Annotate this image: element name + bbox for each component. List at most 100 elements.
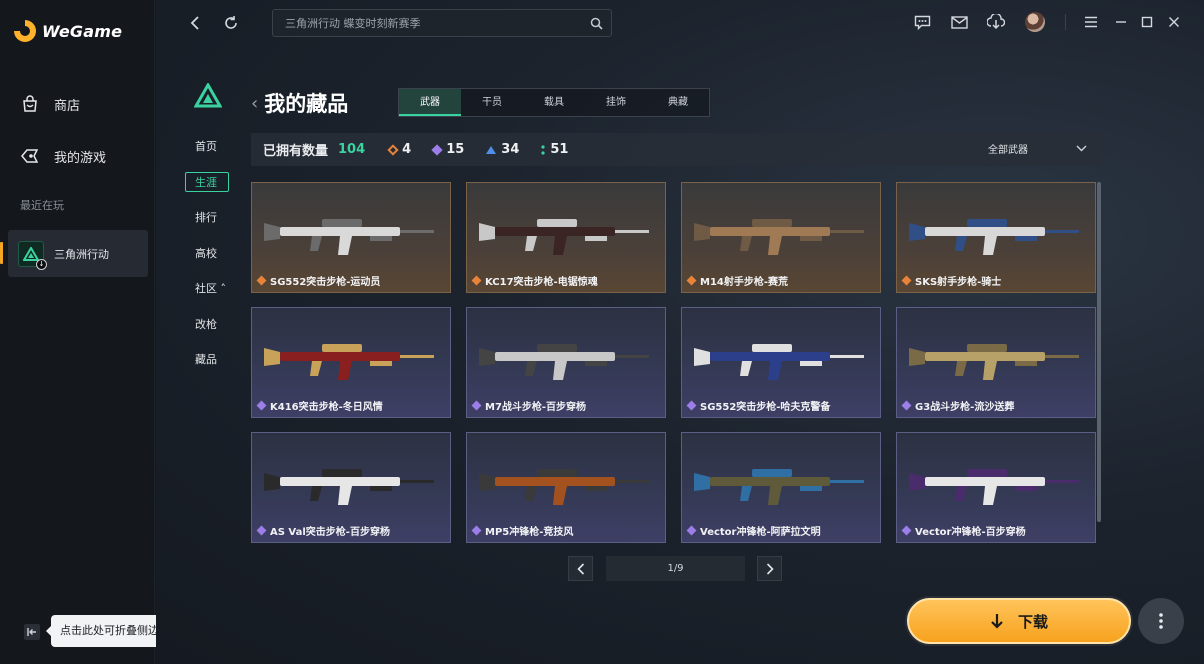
sidebar-item-shop[interactable]: 商店 bbox=[20, 94, 80, 114]
page-title: 我的藏品 bbox=[264, 92, 349, 116]
tab-collectibles[interactable]: 典藏 bbox=[647, 89, 709, 116]
grid-scrollbar[interactable] bbox=[1097, 182, 1101, 522]
game-nav-collection[interactable]: 藏品 bbox=[186, 350, 226, 370]
gold-rarity-icon bbox=[901, 275, 912, 286]
collection-item-card[interactable]: SKS射手步枪-骑士 bbox=[896, 182, 1096, 293]
topbar-divider bbox=[1065, 14, 1066, 30]
menu-button[interactable] bbox=[1081, 12, 1101, 32]
chevron-down-icon bbox=[1076, 145, 1087, 152]
sidebar-item-label: 商店 bbox=[54, 98, 81, 114]
collection-item-card[interactable]: KC17突击步枪-电锯惊魂 bbox=[466, 182, 666, 293]
rarity-count-gold: 4 bbox=[387, 142, 412, 157]
item-name: M7战斗步枪-百步穿杨 bbox=[485, 402, 587, 413]
page-header: ‹ 我的藏品 bbox=[251, 88, 348, 118]
green-rarity-icon bbox=[541, 144, 545, 155]
game-nav-career[interactable]: 生涯 bbox=[185, 172, 229, 192]
item-name: SG552突击步枪-哈夫克警备 bbox=[700, 402, 831, 413]
collapse-sidebar-button[interactable] bbox=[24, 624, 40, 640]
collection-item-card[interactable]: SG552突击步枪-运动员 bbox=[251, 182, 451, 293]
hamburger-menu-icon bbox=[1085, 16, 1097, 28]
chat-bubble-icon bbox=[914, 15, 930, 30]
downloads-button[interactable] bbox=[986, 12, 1006, 32]
gamepad-icon bbox=[20, 146, 40, 166]
back-button[interactable] bbox=[184, 12, 206, 34]
item-name: G3战斗步枪-流沙送葬 bbox=[915, 402, 1015, 413]
owned-count-label: 已拥有数量 bbox=[263, 144, 329, 159]
rarity-count-green: 51 bbox=[541, 142, 568, 157]
rarity-count-value: 51 bbox=[550, 142, 569, 157]
maximize-button[interactable] bbox=[1137, 12, 1157, 32]
game-nav-ranking[interactable]: 排行 bbox=[186, 208, 226, 228]
download-label: 下载 bbox=[1017, 612, 1048, 631]
weapon-image bbox=[264, 344, 434, 380]
scrollbar-thumb[interactable] bbox=[1097, 182, 1101, 522]
weapon-image bbox=[909, 469, 1079, 505]
rarity-count-purple: 15 bbox=[431, 142, 465, 157]
chevron-left-icon bbox=[576, 562, 584, 575]
rarity-count-value: 4 bbox=[402, 142, 412, 157]
mail-button[interactable] bbox=[949, 12, 969, 32]
collection-item-card[interactable]: M7战斗步枪-百步穿杨 bbox=[466, 307, 666, 418]
item-name-row: SG552突击步枪-哈夫克警备 bbox=[686, 398, 831, 413]
chat-button[interactable] bbox=[912, 12, 932, 32]
owned-count-total: 104 bbox=[338, 142, 366, 157]
game-nav-community[interactable]: 社区 ˄ bbox=[186, 279, 226, 299]
next-page-button[interactable] bbox=[757, 556, 782, 581]
sidebar-item-my-games[interactable]: 我的游戏 bbox=[20, 146, 106, 166]
gold-rarity-icon bbox=[387, 143, 399, 156]
rarity-count-value: 15 bbox=[446, 142, 465, 157]
minimize-button[interactable] bbox=[1111, 12, 1131, 32]
weapon-image bbox=[479, 469, 649, 505]
purple-rarity-icon bbox=[901, 400, 912, 411]
item-name: AS Val突击步枪-百步穿杨 bbox=[270, 527, 390, 538]
more-options-button[interactable] bbox=[1138, 598, 1184, 644]
game-nav-college[interactable]: 高校 bbox=[186, 244, 226, 264]
purple-rarity-icon bbox=[256, 525, 267, 536]
tab-vehicles[interactable]: 载具 bbox=[523, 89, 585, 116]
weapon-image bbox=[694, 219, 864, 255]
app-sidebar: WeGame 商店 我的游戏 最近在玩 ↓ 三角洲行动 bbox=[0, 0, 155, 664]
close-icon bbox=[1169, 17, 1179, 27]
collection-item-card[interactable]: MP5冲锋枪-竞技风 bbox=[466, 432, 666, 543]
download-button[interactable]: 下载 bbox=[907, 598, 1131, 644]
collection-item-card[interactable]: K416突击步枪-冬日风情 bbox=[251, 307, 451, 418]
game-nav-gunsmith[interactable]: 改枪 bbox=[186, 315, 226, 335]
user-avatar[interactable] bbox=[1025, 12, 1045, 32]
maximize-icon bbox=[1141, 16, 1153, 28]
tab-charms[interactable]: 挂饰 bbox=[585, 89, 647, 116]
weapon-image bbox=[264, 469, 434, 505]
weapon-filter-dropdown[interactable]: 全部武器 bbox=[988, 141, 1087, 156]
recent-game-item[interactable]: ↓ 三角洲行动 bbox=[0, 230, 148, 277]
refresh-button[interactable] bbox=[220, 12, 242, 34]
collection-item-card[interactable]: G3战斗步枪-流沙送葬 bbox=[896, 307, 1096, 418]
collection-item-card[interactable]: Vector冲锋枪-百步穿杨 bbox=[896, 432, 1096, 543]
game-nav-home[interactable]: 首页 bbox=[186, 137, 226, 157]
item-name: Vector冲锋枪-百步穿杨 bbox=[915, 527, 1026, 538]
search-input[interactable] bbox=[285, 16, 590, 30]
prev-page-button[interactable] bbox=[568, 556, 593, 581]
search-icon[interactable] bbox=[590, 17, 603, 30]
item-name: KC17突击步枪-电锯惊魂 bbox=[485, 277, 598, 288]
search-bar[interactable] bbox=[272, 9, 612, 37]
download-arrow-icon bbox=[991, 614, 1003, 629]
page-back-icon[interactable]: ‹ bbox=[251, 93, 258, 114]
purple-rarity-icon bbox=[471, 400, 482, 411]
collection-item-card[interactable]: M14射手步枪-赛荒 bbox=[681, 182, 881, 293]
rarity-count-blue: 34 bbox=[486, 142, 519, 157]
item-name: M14射手步枪-赛荒 bbox=[700, 277, 789, 288]
collection-item-card[interactable]: SG552突击步枪-哈夫克警备 bbox=[681, 307, 881, 418]
tab-weapons[interactable]: 武器 bbox=[399, 89, 461, 116]
chevron-left-icon bbox=[190, 16, 199, 30]
chevron-right-icon bbox=[766, 562, 774, 575]
weapon-image bbox=[264, 219, 434, 255]
item-name-row: Vector冲锋枪-阿萨拉文明 bbox=[686, 523, 821, 538]
item-name-row: Vector冲锋枪-百步穿杨 bbox=[901, 523, 1026, 538]
wegame-logo[interactable]: WeGame bbox=[14, 20, 122, 42]
tab-operators[interactable]: 干员 bbox=[461, 89, 523, 116]
item-name-row: MP5冲锋枪-竞技风 bbox=[471, 523, 573, 538]
delta-force-logo-icon[interactable] bbox=[194, 83, 222, 109]
close-button[interactable] bbox=[1164, 12, 1184, 32]
collection-item-card[interactable]: AS Val突击步枪-百步穿杨 bbox=[251, 432, 451, 543]
item-name-row: G3战斗步枪-流沙送葬 bbox=[901, 398, 1015, 413]
collection-item-card[interactable]: Vector冲锋枪-阿萨拉文明 bbox=[681, 432, 881, 543]
